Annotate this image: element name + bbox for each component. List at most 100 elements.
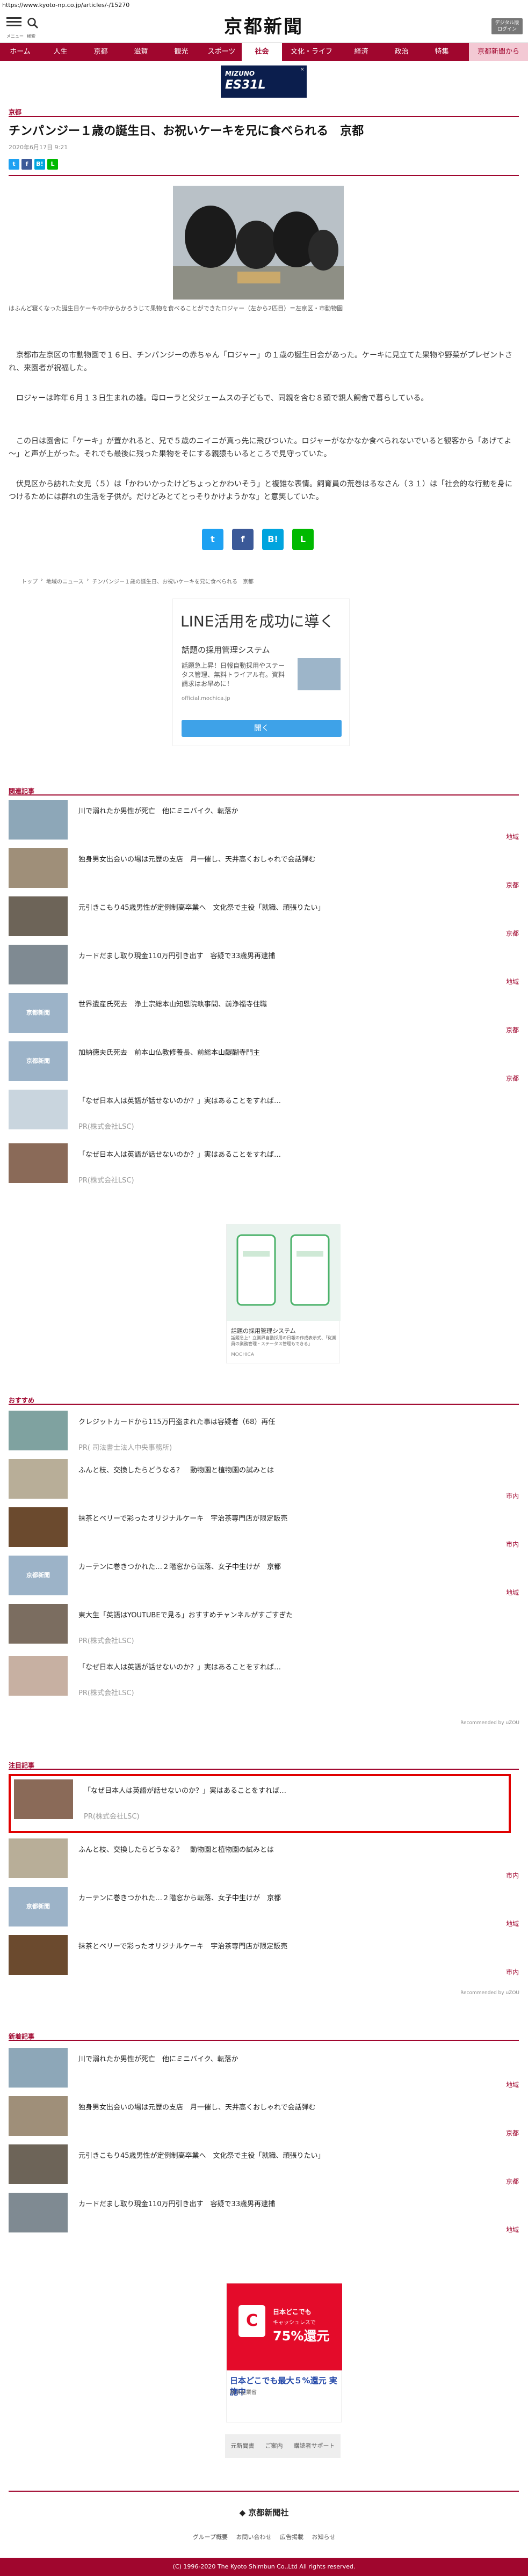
breadcrumb-top[interactable]: トップ: [21, 577, 38, 585]
latest-category[interactable]: 地域: [506, 2225, 519, 2234]
footer-link[interactable]: グループ概要: [193, 2534, 228, 2541]
featured-category[interactable]: 地域: [506, 1919, 519, 1928]
latest-title[interactable]: カードだまし取り現金110万円引き出す 容疑で33歳男再逮捕: [78, 2198, 508, 2208]
article-photo[interactable]: [173, 186, 344, 300]
recommend-item[interactable]: 東大生「英語はYOUTUBEで見る」おすすめチャンネルがすごすぎた PR(株式会…: [9, 1604, 519, 1652]
nav-item-culture[interactable]: 文化・ライフ: [282, 43, 341, 61]
footer-link[interactable]: 元新聞書: [231, 2434, 255, 2458]
recommended-by-label[interactable]: Recommended by uZOU: [460, 1720, 519, 1726]
related-item[interactable]: 京都新聞 加納徳夫氏死去 前本山仏教修養長、前総本山醍醐寺門主 京都: [9, 1041, 519, 1090]
search-icon[interactable]: [27, 17, 39, 29]
line-share-button-large[interactable]: L: [292, 529, 314, 550]
footer-link[interactable]: お知らせ: [312, 2534, 336, 2541]
related-category[interactable]: 京都: [506, 929, 519, 938]
app-ad[interactable]: 話題の採用管理システム 話題急上！立業界自動採用の日報の作成表示式、「従業員の業…: [226, 1224, 341, 1363]
facebook-share-button-large[interactable]: f: [232, 529, 254, 550]
recommend-category[interactable]: 市内: [506, 1491, 519, 1500]
featured-item[interactable]: 京都新聞 カーテンに巻きつかれた…２階窓から転落、女子中生けが 京都 地域: [9, 1887, 519, 1935]
related-item[interactable]: 川で溺れたか男性が死亡 他にミニバイク、転落か 地域: [9, 800, 519, 848]
recommend-title[interactable]: クレジットカードから115万円盗まれた事は容疑者（68）再任: [78, 1416, 508, 1426]
related-category[interactable]: 地域: [506, 977, 519, 986]
hamburger-menu-icon[interactable]: [6, 17, 21, 28]
latest-item[interactable]: 川で溺れたか男性が死亡 他にミニバイク、転落か 地域: [9, 2048, 519, 2096]
featured-category[interactable]: 市内: [506, 1967, 519, 1976]
recommend-title[interactable]: カーテンに巻きつかれた…２階窓から転落、女子中生けが 京都: [78, 1561, 508, 1571]
nav-item-sports[interactable]: スポーツ: [201, 43, 242, 61]
featured-item[interactable]: 抹茶とベリーで彩ったオリジナルケーキ 宇治茶専門店が限定販売 市内: [9, 1935, 519, 1983]
nav-item-politics[interactable]: 政治: [381, 43, 422, 61]
related-item[interactable]: 独身男女出会いの場は元歴の支店 月一催し、天井高くおしゃれで会話弾む 京都: [9, 848, 519, 896]
recommended-by-label[interactable]: Recommended by uZOU: [460, 1990, 519, 1996]
recommend-item[interactable]: クレジットカードから115万円盗まれた事は容疑者（68）再任 PR( 司法書士法…: [9, 1411, 519, 1459]
recommend-title[interactable]: ふんと枝、交換したらどうなる？ 動物園と植物園の試みとは: [78, 1464, 508, 1475]
cashless-ad[interactable]: C 日本どこでも キャッシュレスで 75%還元 日本どこでも最大５%還元 実施中…: [226, 2283, 342, 2422]
related-title[interactable]: 加納徳夫氏死去 前本山仏教修養長、前総本山醍醐寺門主: [78, 1047, 508, 1057]
recommend-title[interactable]: 「なぜ日本人は英語が話せないのか？」実はあることをすれば…: [78, 1661, 508, 1672]
recommend-category[interactable]: 地域: [506, 1588, 519, 1597]
line-share-button[interactable]: L: [47, 159, 58, 170]
related-title[interactable]: 「なぜ日本人は英語が話せないのか？」実はあることをすれば…: [78, 1149, 508, 1159]
featured-title[interactable]: ふんと枝、交換したらどうなる？ 動物園と植物園の試みとは: [78, 1844, 508, 1854]
twitter-share-button-large[interactable]: t: [202, 529, 223, 550]
related-pr-item[interactable]: 「なぜ日本人は英語が話せないのか？」実はあることをすれば… PR(株式会社LSC…: [9, 1143, 519, 1192]
ad-open-button[interactable]: 開く: [182, 720, 342, 737]
related-category[interactable]: 地域: [506, 832, 519, 841]
nav-item-society[interactable]: 社会: [242, 43, 282, 61]
nav-item-people[interactable]: 人生: [40, 43, 81, 61]
footer-logo[interactable]: ◆ 京都新聞社: [0, 2507, 528, 2518]
related-title[interactable]: 独身男女出会いの場は元歴の支店 月一催し、天井高くおしゃれで会話弾む: [78, 853, 508, 864]
featured-title[interactable]: 抹茶とベリーで彩ったオリジナルケーキ 宇治茶専門店が限定販売: [78, 1940, 508, 1951]
related-item[interactable]: カードだまし取り現金110万円引き出す 容疑で33歳男再逮捕 地域: [9, 945, 519, 993]
facebook-share-button[interactable]: f: [21, 159, 32, 170]
hatena-share-button-large[interactable]: B!: [262, 529, 284, 550]
site-logo[interactable]: 京都新聞: [210, 16, 317, 38]
footer-link[interactable]: ご案内: [265, 2434, 283, 2458]
digital-login-button[interactable]: デジタル版 ログイン: [491, 18, 523, 34]
latest-category[interactable]: 地域: [506, 2080, 519, 2089]
nav-item-home[interactable]: ホーム: [0, 43, 40, 61]
nav-item-from-kyoto[interactable]: 京都新聞から: [469, 43, 528, 61]
related-title[interactable]: 川で溺れたか男性が死亡 他にミニバイク、転落か: [78, 805, 508, 815]
hatena-share-button[interactable]: B!: [34, 159, 45, 170]
related-category[interactable]: 京都: [506, 880, 519, 889]
footer-link[interactable]: 購読者サポート: [294, 2434, 335, 2458]
related-pr-item[interactable]: 「なぜ日本人は英語が話せないのか？」実はあることをすれば… PR(株式会社LSC…: [9, 1090, 519, 1138]
latest-item[interactable]: カードだまし取り現金110万円引き出す 容疑で33歳男再逮捕 地域: [9, 2193, 519, 2241]
recommend-category[interactable]: 市内: [506, 1539, 519, 1549]
related-category[interactable]: 京都: [506, 1025, 519, 1034]
featured-item[interactable]: ふんと枝、交換したらどうなる？ 動物園と植物園の試みとは 市内: [9, 1838, 519, 1887]
nav-item-features[interactable]: 特集: [422, 43, 462, 61]
related-item[interactable]: 京都新聞 世界遺産氏死去 浄土宗総本山知恩院執事問、前浄福寺住職 京都: [9, 993, 519, 1041]
related-category[interactable]: 京都: [506, 1074, 519, 1083]
related-title[interactable]: 元引きこもり45歳男性が定例制高卒業へ 文化祭で主役「就職、頑張りたい」: [78, 902, 508, 912]
featured-item[interactable]: 「なぜ日本人は英語が話せないのか？」実はあることをすれば… PR(株式会社LSC…: [14, 1779, 508, 1828]
recommend-item[interactable]: 京都新聞 カーテンに巻きつかれた…２階窓から転落、女子中生けが 京都 地域: [9, 1556, 519, 1604]
related-title[interactable]: カードだまし取り現金110万円引き出す 容疑で33歳男再逮捕: [78, 950, 508, 960]
related-item[interactable]: 元引きこもり45歳男性が定例制高卒業へ 文化祭で主役「就職、頑張りたい」 京都: [9, 896, 519, 945]
nav-item-economy[interactable]: 経済: [341, 43, 381, 61]
recommend-item[interactable]: 抹茶とベリーで彩ったオリジナルケーキ 宇治茶専門店が限定販売 市内: [9, 1507, 519, 1556]
recommend-item[interactable]: 「なぜ日本人は英語が話せないのか？」実はあることをすれば… PR(株式会社LSC…: [9, 1656, 519, 1704]
nav-item-shiga[interactable]: 滋賀: [121, 43, 161, 61]
related-title[interactable]: 「なぜ日本人は英語が話せないのか？」実はあることをすれば…: [78, 1095, 508, 1105]
recommend-item[interactable]: ふんと枝、交換したらどうなる？ 動物園と植物園の試みとは 市内: [9, 1459, 519, 1507]
footer-link[interactable]: 広告掲載: [280, 2534, 303, 2541]
breadcrumb-local[interactable]: 地域のニュース: [46, 577, 84, 585]
featured-category[interactable]: 市内: [506, 1871, 519, 1880]
latest-title[interactable]: 独身男女出会いの場は元歴の支店 月一催し、天井高くおしゃれで会話弾む: [78, 2101, 508, 2112]
latest-item[interactable]: 元引きこもり45歳男性が定例制高卒業へ 文化祭で主役「就職、頑張りたい」 京都: [9, 2144, 519, 2193]
nav-item-tourism[interactable]: 観光: [161, 43, 201, 61]
related-title[interactable]: 世界遺産氏死去 浄土宗総本山知恩院執事問、前浄福寺住職: [78, 998, 508, 1009]
footer-link[interactable]: お問い合わせ: [236, 2534, 272, 2541]
latest-category[interactable]: 京都: [506, 2128, 519, 2137]
featured-title[interactable]: 「なぜ日本人は英語が話せないのか？」実はあることをすれば…: [84, 1785, 513, 1795]
recommend-title[interactable]: 抹茶とベリーで彩ったオリジナルケーキ 宇治茶専門店が限定販売: [78, 1513, 508, 1523]
top-banner-ad[interactable]: MIZUNO ES31L ×: [221, 65, 307, 98]
line-ad[interactable]: LINE活用を成功に導く 話題の採用管理システム 話題急上昇！日報自動採用やステ…: [172, 599, 350, 746]
latest-title[interactable]: 元引きこもり45歳男性が定例制高卒業へ 文化祭で主役「就職、頑張りたい」: [78, 2150, 508, 2160]
recommend-title[interactable]: 東大生「英語はYOUTUBEで見る」おすすめチャンネルがすごすぎた: [78, 1609, 508, 1619]
ad-close-icon[interactable]: ×: [300, 67, 305, 72]
twitter-share-button[interactable]: t: [9, 159, 19, 170]
latest-item[interactable]: 独身男女出会いの場は元歴の支店 月一催し、天井高くおしゃれで会話弾む 京都: [9, 2096, 519, 2144]
latest-category[interactable]: 京都: [506, 2177, 519, 2186]
